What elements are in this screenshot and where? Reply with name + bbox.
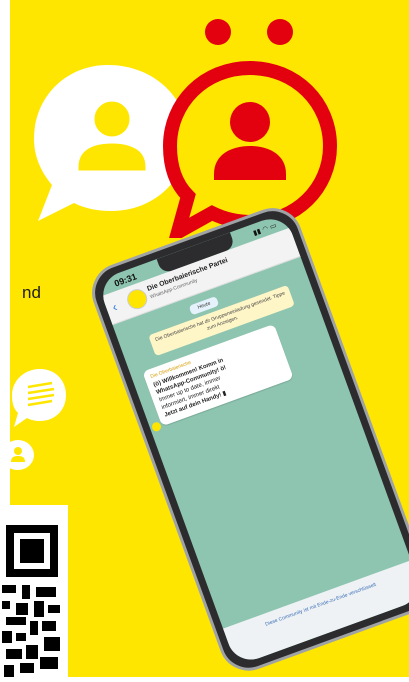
user-icon xyxy=(2,440,34,470)
qr-code-icon[interactable] xyxy=(0,505,68,677)
back-chevron-icon[interactable]: ‹ xyxy=(110,299,119,315)
chat-lines-icon xyxy=(12,369,66,427)
side-text: nd xyxy=(22,283,41,302)
group-avatar[interactable] xyxy=(124,286,151,312)
qr-card xyxy=(0,505,68,677)
umlaut-user-speech-bubble-icon xyxy=(162,19,338,238)
